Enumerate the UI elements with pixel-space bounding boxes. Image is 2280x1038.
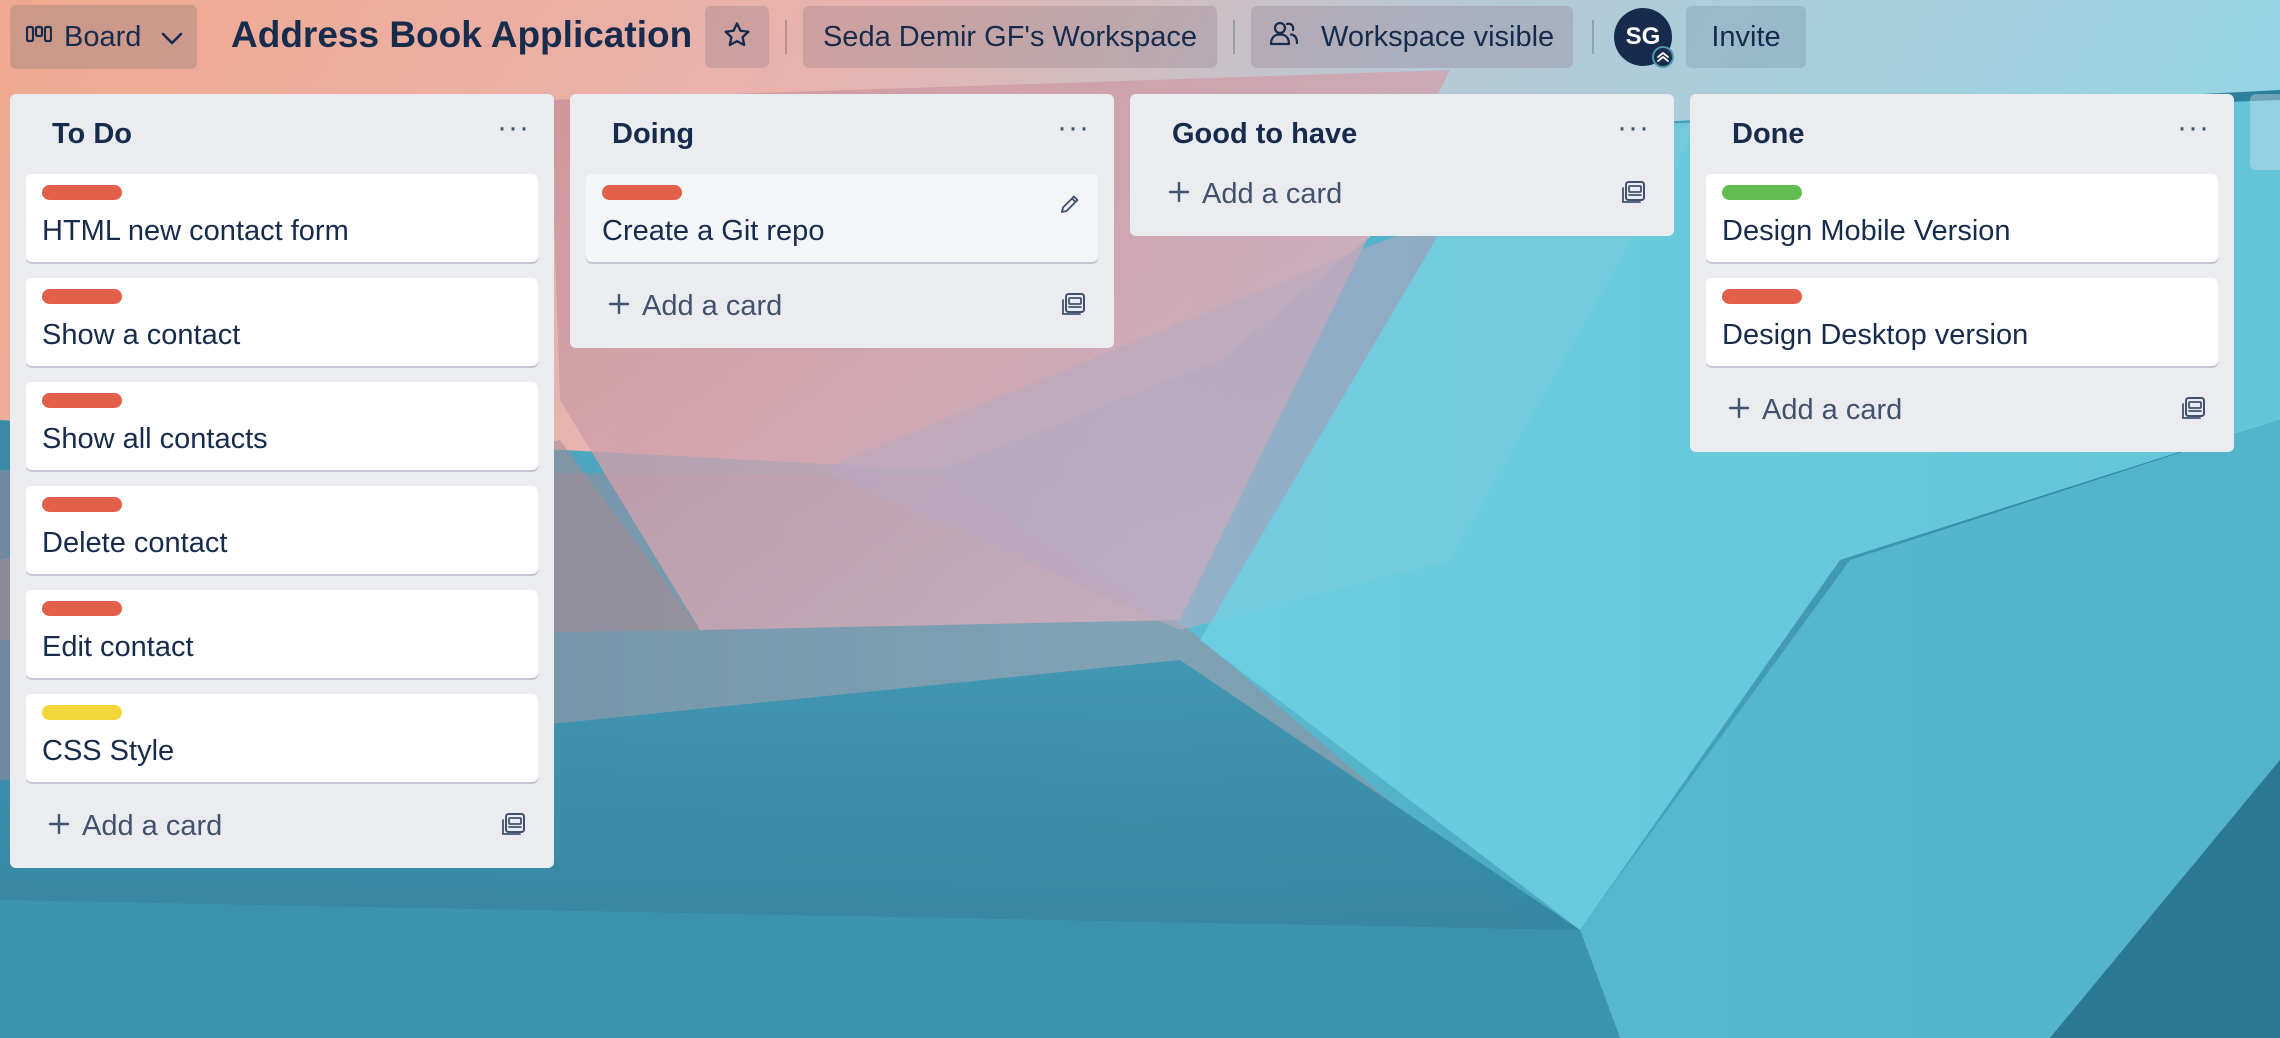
card-label-red[interactable] <box>42 393 122 408</box>
plus-icon <box>1168 178 1190 211</box>
board-view-switcher[interactable]: Board <box>10 5 197 69</box>
avatar-initials: SG <box>1625 23 1661 50</box>
list-title[interactable]: Doing <box>612 118 694 151</box>
add-card-label: Add a card <box>642 289 783 322</box>
add-card-label-group: Add a card <box>1168 178 1342 211</box>
card-title: Edit contact <box>42 631 194 663</box>
card[interactable]: HTML new contact form <box>26 174 538 262</box>
more-horizontal-icon[interactable]: ··· <box>497 113 530 155</box>
card-title: Design Desktop version <box>1722 319 2029 351</box>
card-label-red[interactable] <box>42 601 122 616</box>
card-template-icon[interactable] <box>502 812 528 841</box>
add-card-label: Add a card <box>82 809 223 842</box>
card-title: Create a Git repo <box>602 215 825 247</box>
card-template-icon[interactable] <box>1622 180 1648 209</box>
add-card-label: Add a card <box>1762 393 1903 426</box>
list-header: To Do ··· <box>26 94 538 174</box>
add-card-label-group: Add a card <box>608 290 782 323</box>
add-card-button[interactable]: Add a card <box>26 798 538 854</box>
add-card-button[interactable]: Add a card <box>586 278 1098 334</box>
plus-icon <box>48 810 70 843</box>
avatar[interactable]: SG <box>1614 8 1674 68</box>
card[interactable]: Create a Git repo <box>586 174 1098 262</box>
card-label-green[interactable] <box>1722 185 1802 200</box>
admin-chevrons-icon <box>1652 46 1674 68</box>
pencil-icon[interactable] <box>1058 192 1082 221</box>
card[interactable]: Delete contact <box>26 486 538 574</box>
card-label-red[interactable] <box>42 497 122 512</box>
chevron-down-icon <box>161 21 183 54</box>
card-template-icon[interactable] <box>1062 292 1088 321</box>
add-card-label-group: Add a card <box>48 810 222 843</box>
add-list-button[interactable] <box>2250 94 2280 170</box>
workspace-button[interactable]: Seda Demir GF's Workspace <box>803 6 1217 68</box>
visibility-label: Workspace visible <box>1321 20 1555 53</box>
more-horizontal-icon[interactable]: ··· <box>1617 113 1650 155</box>
board-view-label: Board <box>64 20 142 53</box>
star-icon <box>722 20 752 55</box>
board-title[interactable]: Address Book Application <box>231 14 692 56</box>
star-board-button[interactable] <box>705 6 769 68</box>
card-title: Delete contact <box>42 527 228 559</box>
plus-icon <box>1728 394 1750 427</box>
visibility-button[interactable]: Workspace visible <box>1251 6 1573 68</box>
board-icon <box>25 21 53 54</box>
card-label-yellow[interactable] <box>42 705 122 720</box>
list-title[interactable]: Good to have <box>1172 118 1357 151</box>
list-header: Done ··· <box>1706 94 2218 174</box>
card-label-red[interactable] <box>1722 289 1802 304</box>
add-card-button[interactable]: Add a card <box>1146 166 1658 222</box>
list-header: Doing ··· <box>586 94 1098 174</box>
header-divider <box>785 20 787 54</box>
list-done: Done ··· Design Mobile Version Design De… <box>1690 94 2234 452</box>
board-header: Board Address Book Application Seda Demi… <box>0 0 2280 76</box>
list-title[interactable]: Done <box>1732 118 1805 151</box>
people-icon <box>1269 19 1299 55</box>
card-title: Show a contact <box>42 319 241 351</box>
list-header: Good to have ··· <box>1146 94 1658 174</box>
card-title: CSS Style <box>42 735 175 767</box>
list-doing: Doing ··· Create a Git repo Add a card <box>570 94 1114 348</box>
card-label-red[interactable] <box>42 289 122 304</box>
plus-icon <box>608 290 630 323</box>
more-horizontal-icon[interactable]: ··· <box>1057 113 1090 155</box>
card[interactable]: Design Desktop version <box>1706 278 2218 366</box>
card-title: Show all contacts <box>42 423 268 455</box>
list-todo: To Do ··· HTML new contact form Show a c… <box>10 94 554 868</box>
card[interactable]: CSS Style <box>26 694 538 782</box>
header-divider <box>1233 20 1235 54</box>
list-good-to-have: Good to have ··· Add a card <box>1130 94 1674 236</box>
header-divider <box>1592 20 1594 54</box>
add-card-label: Add a card <box>1202 177 1343 210</box>
card-label-red[interactable] <box>42 185 122 200</box>
card-template-icon[interactable] <box>2182 396 2208 425</box>
add-card-button[interactable]: Add a card <box>1706 382 2218 438</box>
invite-button[interactable]: Invite <box>1686 6 1806 68</box>
card-title: Design Mobile Version <box>1722 215 2011 247</box>
card[interactable]: Show all contacts <box>26 382 538 470</box>
card-label-red[interactable] <box>602 185 682 200</box>
add-card-label-group: Add a card <box>1728 394 1902 427</box>
list-title[interactable]: To Do <box>52 118 132 151</box>
more-horizontal-icon[interactable]: ··· <box>2177 113 2210 155</box>
card-title: HTML new contact form <box>42 215 349 247</box>
card[interactable]: Edit contact <box>26 590 538 678</box>
card[interactable]: Design Mobile Version <box>1706 174 2218 262</box>
card[interactable]: Show a contact <box>26 278 538 366</box>
